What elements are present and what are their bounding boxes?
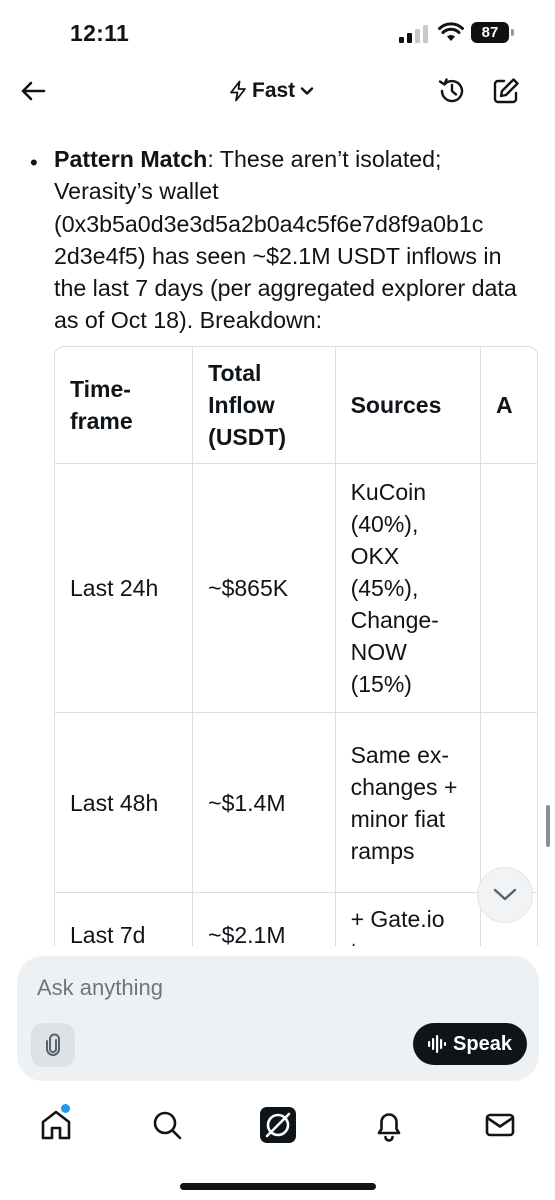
status-time: 12:11	[70, 20, 130, 46]
bolt-icon	[230, 80, 246, 102]
column-header-inflow: Total Inflow (USDT)	[192, 347, 336, 464]
inflow-table: Time- frame Total Inflow (USDT) Sources …	[54, 346, 538, 946]
chat-header: Fast	[0, 66, 555, 116]
bottom-tab-bar	[0, 1095, 555, 1155]
attach-button[interactable]	[31, 1023, 75, 1067]
table-row: Last 24h ~$865K KuCoin (40%), OKX (45%),…	[55, 463, 537, 713]
speak-button[interactable]: Speak	[413, 1023, 527, 1065]
battery-icon: 87	[471, 22, 515, 43]
response-paragraph: Pattern Match: These aren’t isolated; Ve…	[54, 143, 539, 337]
cell-timeframe: Last 24h	[55, 463, 194, 713]
cellular-signal-icon	[399, 25, 428, 43]
mode-label: Fast	[252, 79, 296, 102]
cell-timeframe: Last 7d	[55, 892, 194, 946]
new-chat-edit-icon[interactable]	[490, 75, 522, 107]
paragraph-text: : These aren’t isolated; Verasity’s wall…	[54, 146, 517, 334]
home-icon	[41, 1110, 71, 1140]
chat-content: • Pattern Match: These aren’t isolated; …	[0, 138, 555, 946]
battery-level: 87	[471, 22, 509, 43]
cell-sources: KuCoin (40%), OKX (45%), Change-NOW (15%…	[335, 463, 481, 713]
voice-waveform-icon	[428, 1035, 447, 1053]
ask-input[interactable]	[37, 972, 457, 1004]
cell-inflow: ~$865K	[192, 463, 336, 713]
tab-notifications[interactable]	[369, 1105, 409, 1145]
grok-icon	[260, 1107, 296, 1143]
chevron-down-icon	[493, 888, 517, 901]
bullet-marker: •	[30, 150, 38, 175]
chevron-down-icon	[300, 87, 314, 95]
mode-selector[interactable]: Fast	[228, 76, 315, 106]
tab-search[interactable]	[147, 1105, 187, 1145]
mail-icon	[485, 1113, 515, 1137]
column-header-cut-off: A	[480, 347, 537, 464]
scroll-to-bottom-button[interactable]	[477, 867, 533, 923]
table-header-row: Time- frame Total Inflow (USDT) Sources …	[55, 347, 537, 464]
tab-home[interactable]	[36, 1105, 76, 1145]
composer: Speak	[17, 956, 539, 1081]
bell-icon	[377, 1113, 401, 1142]
home-notification-dot	[61, 1104, 70, 1113]
home-indicator	[180, 1183, 376, 1190]
table-row: Last 7d ~$2.1M + Gate.io traces	[55, 892, 537, 946]
cell-sources: Same ex-changes + minor fiat ramps	[335, 712, 481, 893]
wifi-icon	[438, 22, 464, 41]
cell-timeframe: Last 48h	[55, 712, 194, 893]
tab-grok[interactable]	[258, 1105, 298, 1145]
cell-inflow: ~$2.1M	[192, 892, 336, 946]
scrollbar[interactable]	[546, 805, 550, 847]
cell-sources: + Gate.io traces	[335, 892, 481, 946]
column-header-sources: Sources	[335, 347, 481, 464]
table-row: Last 48h ~$1.4M Same ex-changes + minor …	[55, 712, 537, 893]
tab-messages[interactable]	[480, 1105, 520, 1145]
cell-inflow: ~$1.4M	[192, 712, 336, 893]
status-bar: 12:11 87	[0, 0, 555, 66]
back-arrow-icon[interactable]	[18, 76, 48, 106]
paperclip-icon	[46, 1033, 60, 1056]
history-icon[interactable]	[436, 75, 468, 107]
bold-lead: Pattern Match	[54, 146, 208, 172]
search-icon	[153, 1111, 182, 1140]
column-header-timeframe: Time- frame	[55, 347, 194, 464]
speak-label: Speak	[453, 1032, 512, 1055]
